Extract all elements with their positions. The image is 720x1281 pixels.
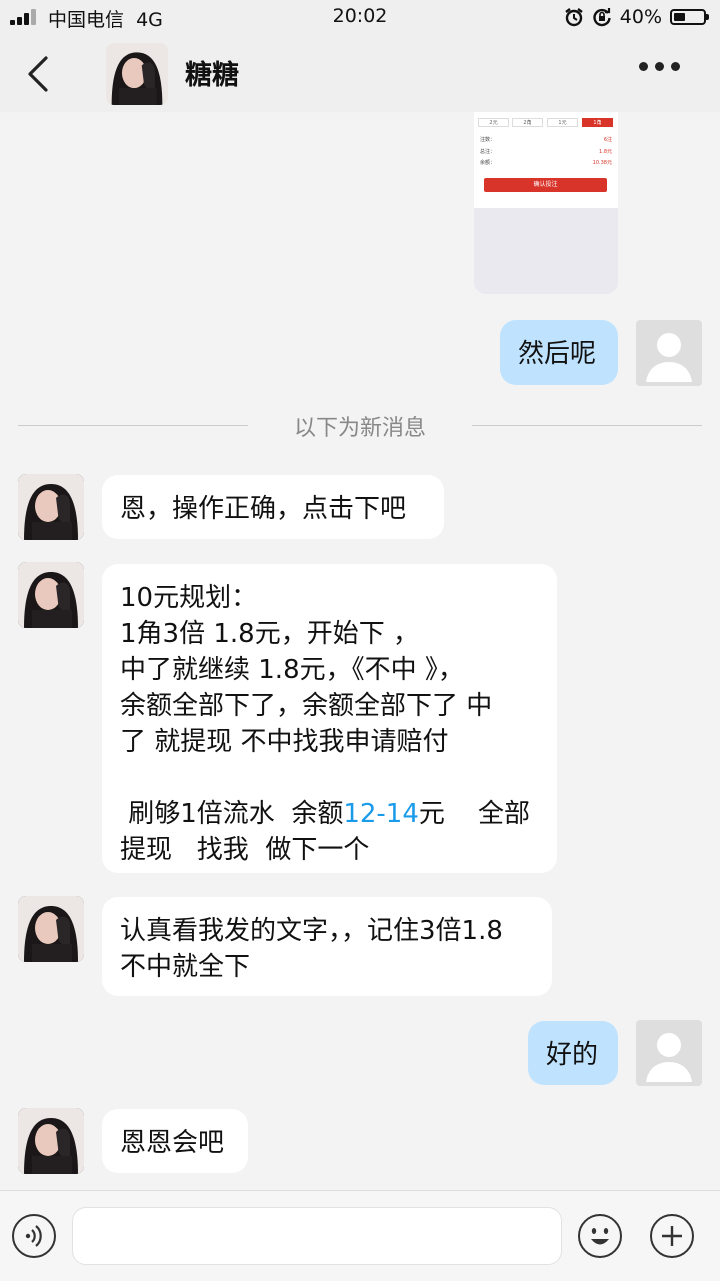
message-text: 然后呢 (518, 339, 597, 369)
row-value: 10.38元 (592, 160, 612, 166)
input-bar (0, 1190, 720, 1281)
amount-chip-selected: 1角 (582, 118, 613, 127)
amount-chip: 2元 (478, 118, 509, 127)
battery-icon (670, 9, 709, 25)
rotation-lock-icon (593, 8, 611, 27)
amount-chip: 1元 (547, 118, 578, 127)
message-line: 余额全部下了，余额全部下了 中 (120, 691, 493, 721)
message-line: 元 全部 (418, 799, 530, 829)
message-line: 认真看我发的文字，，记住3倍1.8 (120, 916, 503, 946)
my-avatar[interactable] (636, 320, 702, 386)
battery-percent: 40% (619, 6, 662, 28)
my-avatar[interactable] (636, 1020, 702, 1086)
contact-avatar[interactable] (18, 1108, 84, 1174)
contact-avatar[interactable] (18, 562, 84, 628)
highlight-amount: 12-14 (343, 799, 419, 829)
contact-name: 糖糖 (185, 60, 239, 91)
row-value: 6注 (603, 137, 612, 143)
message-line: 提现 找我 做下一个 (120, 835, 370, 865)
voice-icon[interactable] (12, 1214, 56, 1258)
message-line: 中了就继续 1.8元，《不中 》， (120, 655, 464, 685)
row-label: 注数： (480, 137, 496, 143)
shared-screenshot[interactable]: 2元 2角 1元 1角 注数： 6注 总注： 1.8元 余额： 10.38元 确认投注 (474, 112, 618, 294)
divider-label: 以下为新消息 (293, 416, 426, 441)
contact-avatar[interactable] (106, 43, 168, 105)
message-incoming[interactable]: 认真看我发的文字，，记住3倍1.8 不中就全下 (102, 897, 552, 996)
message-text: 恩，操作正确，点击下吧 (120, 494, 407, 524)
alarm-icon (565, 8, 583, 27)
amount-chip: 2角 (512, 118, 543, 127)
chat-header: 糖糖 (0, 34, 720, 112)
message-text: 好的 (546, 1040, 599, 1070)
more-icon[interactable] (639, 62, 680, 71)
message-line: 了 就提现 不中找我申请赔付 (120, 727, 449, 757)
message-outgoing[interactable]: 然后呢 (500, 320, 618, 385)
message-outgoing[interactable]: 好的 (528, 1021, 618, 1085)
message-incoming[interactable]: 恩恩会吧 (102, 1109, 248, 1173)
message-incoming[interactable]: 10元规划： 1角3倍 1.8元，开始下 ， 中了就继续 1.8元，《不中 》，… (102, 564, 557, 873)
row-label: 总注： (480, 149, 496, 155)
back-icon[interactable] (22, 54, 52, 94)
message-text: 恩恩会吧 (120, 1128, 225, 1158)
emoji-icon[interactable] (578, 1214, 622, 1258)
contact-avatar[interactable] (18, 474, 84, 540)
message-line: 刷够1倍流水 余额 (120, 799, 344, 829)
status-bar: 中国电信 4G 20:02 40% (0, 0, 720, 34)
message-input[interactable] (72, 1207, 562, 1265)
plus-icon[interactable] (650, 1214, 694, 1258)
new-messages-divider: 以下为新消息 (18, 406, 702, 446)
message-line: 不中就全下 (120, 952, 251, 982)
message-line: 10元规划： (120, 583, 258, 613)
row-label: 余额： (480, 160, 496, 166)
row-value: 1.8元 (599, 149, 612, 155)
confirm-bet-button: 确认投注 (484, 178, 607, 192)
message-line: 1角3倍 1.8元，开始下 ， (120, 619, 419, 649)
contact-avatar[interactable] (18, 896, 84, 962)
message-incoming[interactable]: 恩，操作正确，点击下吧 (102, 475, 444, 539)
